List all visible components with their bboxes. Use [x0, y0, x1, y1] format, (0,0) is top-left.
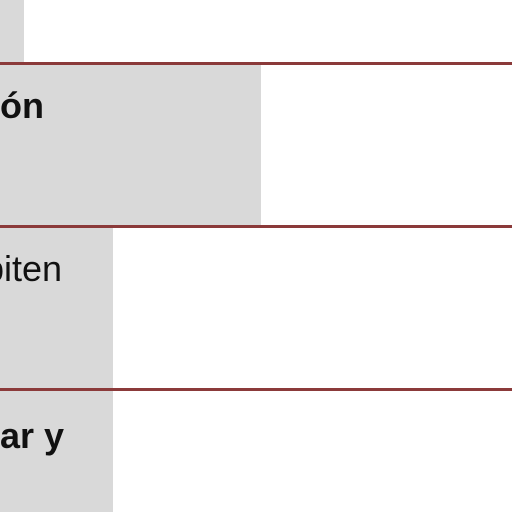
table-cell-row1-text: ón [0, 85, 44, 126]
table-cell-row3-text: ar y [0, 415, 65, 456]
document-page: ón biten ar y [0, 0, 512, 512]
table-cell-row2-text: biten [0, 248, 63, 289]
table-cell-row0-shaded [0, 0, 24, 62]
